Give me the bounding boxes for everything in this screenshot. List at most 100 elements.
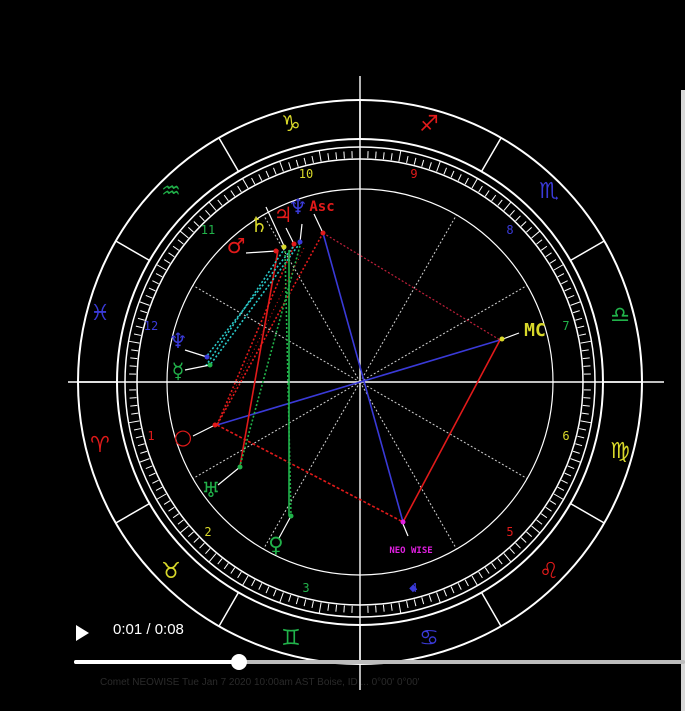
degree-tick: [428, 162, 432, 170]
degree-tick: [450, 586, 455, 594]
degree-tick: [390, 153, 393, 161]
degree-tick: [128, 340, 140, 344]
aspect-trine-asc-neowise: [322, 232, 404, 523]
degree-tick: [421, 597, 425, 605]
degree-tick: [193, 221, 200, 227]
degree-tick: [131, 412, 139, 415]
degree-tick: [531, 525, 541, 534]
degree-tick: [575, 443, 583, 447]
house-number-12: 12: [144, 319, 158, 333]
degree-tick: [540, 245, 548, 251]
degree-tick: [148, 472, 156, 477]
degree-tick: [553, 264, 564, 271]
degree-tick: [187, 227, 194, 233]
degree-tick: [553, 493, 564, 500]
aspect-square-jupiter-sun: [216, 242, 296, 426]
degree-tick: [318, 150, 322, 162]
degree-tick: [279, 161, 284, 172]
degree-tick: [177, 239, 184, 245]
degree-tick: [223, 562, 229, 570]
degree-tick: [251, 579, 256, 587]
cancer-small-icon: ◆: [409, 583, 417, 594]
degree-tick: [579, 428, 587, 431]
degree-tick: [279, 592, 284, 603]
degree-tick: [140, 450, 148, 454]
house-number-3: 3: [302, 581, 309, 595]
degree-tick: [152, 280, 159, 285]
aspect-square-mc-neowise: [402, 339, 501, 523]
house-number-1: 1: [147, 429, 154, 443]
degree-tick: [484, 567, 490, 574]
sign-pisces-icon: ♓: [90, 301, 110, 326]
degree-tick: [199, 215, 205, 222]
degree-tick: [526, 227, 533, 233]
sign-scorpio-icon: ♏: [539, 179, 559, 204]
aspect-dotted-asc-mc: [322, 232, 501, 341]
time-display: 0:01 / 0:08: [113, 621, 184, 638]
degree-tick: [567, 295, 575, 299]
degree-tick: [549, 259, 557, 264]
degree-tick: [577, 325, 585, 329]
degree-tick: [128, 420, 140, 424]
progress-handle[interactable]: [231, 654, 247, 670]
degree-tick: [515, 542, 521, 549]
house-number-11: 11: [201, 223, 215, 237]
sign-libra-icon: ♎: [610, 303, 630, 328]
degree-tick: [457, 583, 462, 590]
degree-tick: [478, 571, 483, 579]
degree-tick: [205, 548, 211, 555]
saturn-icon: ♄: [250, 213, 269, 237]
degree-tick: [135, 435, 143, 439]
degree-tick: [580, 420, 592, 424]
degree-tick: [311, 155, 314, 163]
aspect-green-saturn-venus: [284, 250, 292, 517]
degree-tick: [135, 325, 143, 329]
degree-tick: [478, 185, 483, 193]
degree-tick: [145, 465, 153, 469]
video-controls: 0:01 / 0:08 Comet NEOWISE Tue Jan 7 2020…: [0, 606, 685, 711]
degree-tick: [531, 230, 541, 239]
degree-tick: [567, 465, 575, 469]
degree-tick: [177, 519, 184, 525]
degree-tick: [398, 150, 402, 162]
degree-tick: [168, 506, 175, 512]
degree-tick: [156, 493, 167, 500]
degree-tick: [582, 357, 590, 360]
degree-tick: [564, 472, 572, 477]
degree-tick: [139, 301, 150, 306]
play-icon[interactable]: [76, 625, 89, 641]
degree-tick: [139, 458, 150, 463]
degree-tick: [172, 513, 180, 519]
degree-tick: [273, 589, 277, 597]
degree-tick: [163, 259, 171, 264]
degree-tick: [436, 161, 441, 172]
sign-virgo-icon: ♍: [610, 439, 630, 464]
degree-tick: [443, 167, 447, 175]
degree-tick: [295, 597, 299, 605]
degree-tick: [497, 199, 503, 206]
degree-tick: [295, 159, 299, 167]
degree-tick: [217, 558, 223, 565]
pluto-icon: ♆: [169, 329, 188, 353]
degree-tick: [413, 157, 417, 165]
chart-caption: Comet NEOWISE Tue Jan 7 2020 10:00am AST…: [100, 677, 420, 688]
degree-tick: [491, 194, 497, 202]
degree-tick: [464, 177, 469, 185]
neptune-icon: ♆: [289, 195, 308, 219]
degree-tick: [237, 571, 242, 579]
degree-tick: [520, 221, 527, 227]
house-number-8: 8: [506, 223, 513, 237]
video-frame[interactable]: ♑ ♐ ♏ ♎ ♍ ♌ ♋ ♊ ♉ ♈ ♓ ♒ 10 9 8 7 6 5 4 3…: [0, 0, 685, 711]
degree-tick: [152, 479, 159, 484]
degree-tick: [509, 548, 515, 555]
sign-sagittarius-icon: ♐: [419, 112, 439, 137]
degree-tick: [335, 152, 338, 160]
house-number-7: 7: [562, 319, 569, 333]
degree-tick: [137, 443, 145, 447]
degree-tick: [303, 157, 307, 165]
degree-tick: [471, 575, 478, 586]
degree-tick: [545, 252, 552, 258]
degree-tick: [572, 310, 580, 314]
degree-tick: [148, 287, 156, 292]
degree-tick: [564, 287, 572, 292]
